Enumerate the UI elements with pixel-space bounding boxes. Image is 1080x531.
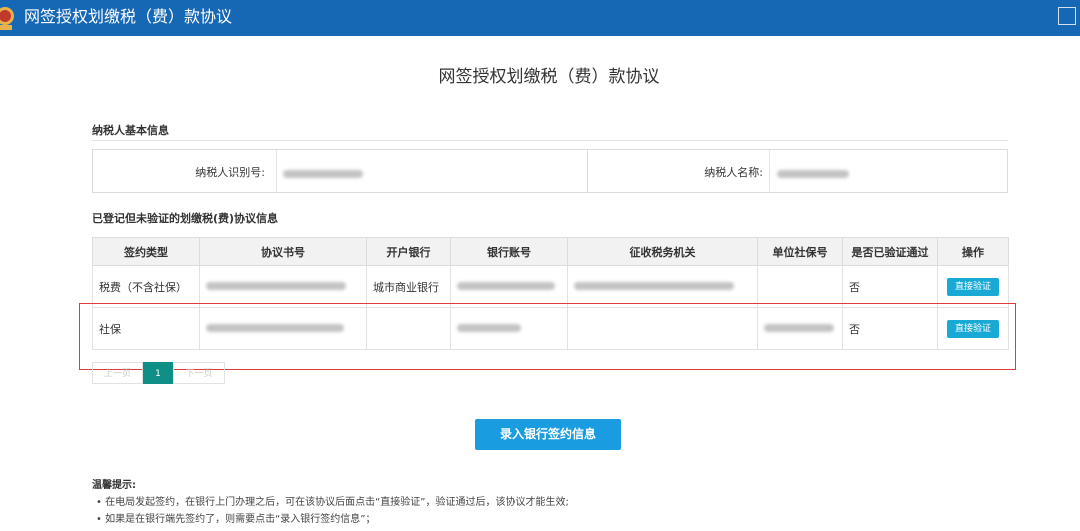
column-header: 操作 [937, 237, 1009, 266]
taxpayer-id-value-redacted [283, 167, 363, 209]
social-security-no-cell [757, 265, 843, 308]
table-row: 税费（不含社保） 城市商业银行 否 直接验证 [92, 265, 1009, 308]
title-bar: 网签授权划缴税（费）款协议 [0, 0, 1080, 36]
pagination: 上一页 1 下一页 [92, 362, 225, 384]
tip-item: • 如果是在银行端先签约了，则需要点击“录入银行签约信息”； [96, 514, 376, 525]
taxpayer-id-label: 纳税人识别号: [195, 166, 265, 179]
action-cell: 直接验证 [937, 265, 1009, 308]
prev-page-button[interactable]: 上一页 [92, 362, 143, 384]
bank-cell: 城市商业银行 [366, 265, 451, 308]
column-header: 签约类型 [92, 237, 200, 266]
page-1-button[interactable]: 1 [143, 362, 173, 384]
column-header: 单位社保号 [757, 237, 843, 266]
agreement-section-heading: 已登记但未验证的划缴税(费)协议信息 [92, 212, 279, 225]
column-header: 开户银行 [366, 237, 451, 266]
sign-type-cell: 税费（不含社保） [92, 265, 200, 308]
next-page-button[interactable]: 下一页 [173, 362, 225, 384]
cell-divider [276, 150, 277, 192]
section-divider [92, 140, 1008, 141]
highlight-box [79, 303, 1016, 370]
taxpayer-info-box: 纳税人识别号: 纳税人名称: [92, 149, 1008, 193]
cell-divider [769, 150, 770, 192]
tax-emblem-icon [0, 7, 14, 30]
column-header: 协议书号 [199, 237, 367, 266]
column-header: 银行账号 [450, 237, 568, 266]
enter-bank-signing-info-button[interactable]: 录入银行签约信息 [475, 419, 621, 450]
column-header: 是否已验证通过 [842, 237, 938, 266]
tips-title: 温馨提示: [92, 480, 136, 491]
tax-office-redacted [567, 265, 758, 308]
window-title: 网签授权划缴税（费）款协议 [24, 7, 233, 26]
table-header-row: 签约类型 协议书号 开户银行 银行账号 征收税务机关 单位社保号 是否已验证通过… [92, 237, 1009, 266]
tip-item: • 在电局发起签约，在银行上门办理之后，可在该协议后面点击“直接验证”，验证通过… [96, 497, 569, 508]
direct-verify-button[interactable]: 直接验证 [947, 277, 999, 296]
taxpayer-name-label: 纳税人名称: [704, 166, 763, 179]
taxpayer-section-heading: 纳税人基本信息 [92, 124, 169, 137]
page-title: 网签授权划缴税（费）款协议 [438, 67, 660, 87]
account-no-redacted [450, 265, 568, 308]
window-button[interactable] [1058, 7, 1076, 25]
verified-cell: 否 [842, 265, 938, 308]
taxpayer-name-value-redacted [777, 167, 849, 209]
column-header: 征收税务机关 [567, 237, 758, 266]
agreement-no-redacted [199, 265, 367, 308]
